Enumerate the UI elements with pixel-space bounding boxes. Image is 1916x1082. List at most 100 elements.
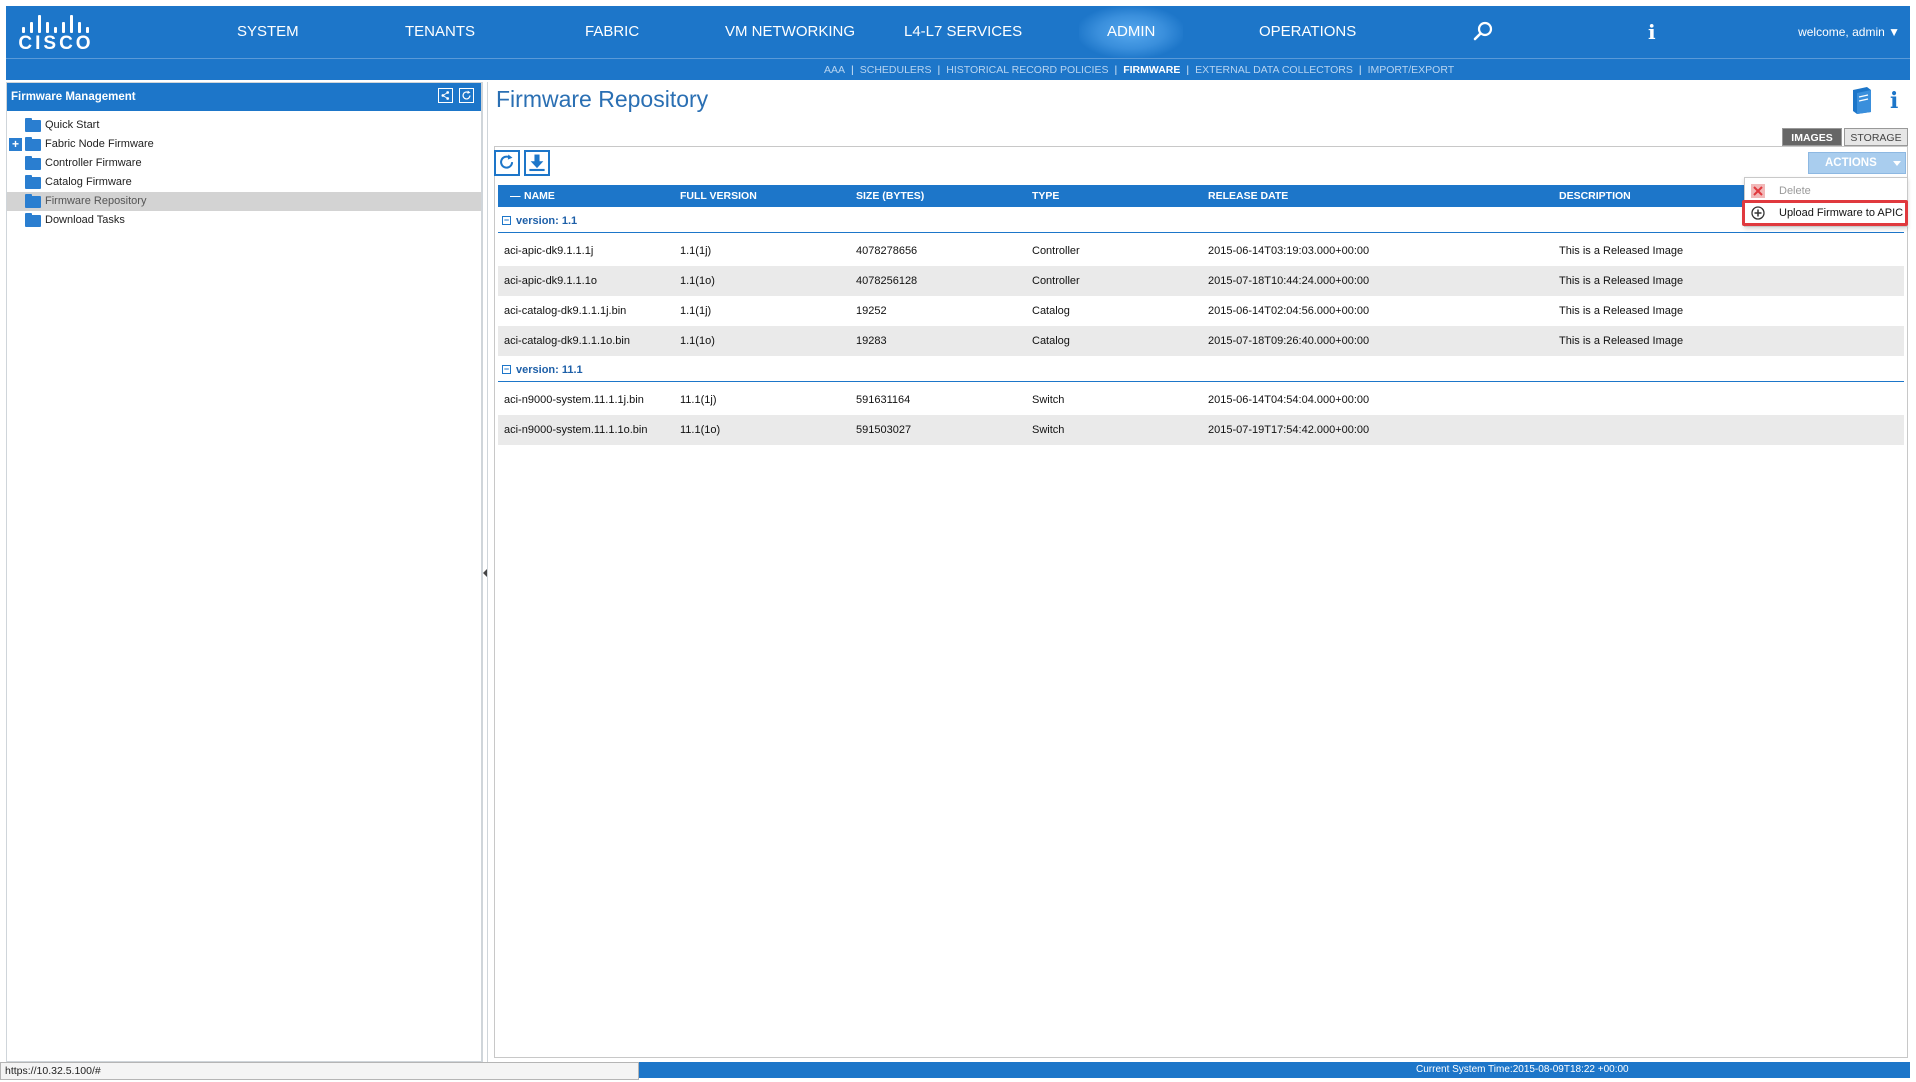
cell-full-version: 1.1(1j): [680, 305, 712, 317]
group-label: version: 1.1: [516, 215, 578, 227]
cell-release-date: 2015-06-14T04:54:04.000+00:00: [1208, 394, 1370, 406]
tab-storage[interactable]: STORAGE: [1844, 128, 1908, 146]
sidebar-item-label: Fabric Node Firmware: [45, 138, 154, 150]
sort-indicator-icon[interactable]: —: [510, 185, 521, 207]
cell-name: aci-apic-dk9.1.1.1o: [504, 275, 597, 287]
cell-size: 19252: [856, 305, 887, 317]
cell-type: Catalog: [1032, 335, 1070, 347]
sidebar-item-firmware-repository[interactable]: Firmware Repository: [7, 192, 481, 211]
nav-system[interactable]: SYSTEM: [237, 6, 299, 58]
search-icon[interactable]: [1472, 20, 1494, 42]
chevron-down-icon: [1893, 161, 1901, 166]
cell-full-version: 11.1(1j): [680, 394, 717, 406]
menu-item-delete[interactable]: Delete: [1745, 180, 1907, 202]
sidebar-item-label: Firmware Repository: [45, 195, 147, 207]
cell-full-version: 11.1(1o): [680, 424, 721, 436]
table-row[interactable]: aci-apic-dk9.1.1.1j 1.1(1j) 4078278656 C…: [498, 236, 1904, 266]
subnav-schedulers[interactable]: SCHEDULERS: [860, 64, 932, 76]
actions-dropdown-button[interactable]: ACTIONS: [1808, 152, 1906, 174]
cell-size: 591631164: [856, 394, 911, 406]
column-header-size[interactable]: SIZE (BYTES): [856, 185, 924, 207]
sidebar-header: Firmware Management: [7, 83, 481, 111]
sidebar-item-quick-start[interactable]: Quick Start: [7, 116, 481, 135]
sidebar-item-label: Quick Start: [45, 119, 100, 131]
cell-release-date: 2015-07-18T09:26:40.000+00:00: [1208, 335, 1370, 347]
column-header-description[interactable]: DESCRIPTION: [1559, 185, 1631, 207]
cell-name: aci-n9000-system.11.1.1o.bin: [504, 424, 648, 436]
cisco-bars-icon: [20, 13, 92, 33]
nav-tenants[interactable]: TENANTS: [405, 6, 475, 58]
help-book-icon[interactable]: [1850, 86, 1874, 114]
table-row[interactable]: aci-catalog-dk9.1.1.1j.bin 1.1(1j) 19252…: [498, 296, 1904, 326]
menu-item-label: Upload Firmware to APIC: [1779, 207, 1904, 219]
nav-fabric[interactable]: FABRIC: [585, 6, 639, 58]
table-header: — NAME FULL VERSION SIZE (BYTES) TYPE RE…: [498, 185, 1904, 207]
cell-type: Switch: [1032, 394, 1065, 406]
nav-operations[interactable]: OPERATIONS: [1259, 6, 1356, 58]
cell-release-date: 2015-06-14T02:04:56.000+00:00: [1208, 305, 1370, 317]
column-header-type[interactable]: TYPE: [1032, 185, 1059, 207]
cell-release-date: 2015-07-18T10:44:24.000+00:00: [1208, 275, 1370, 287]
nav-vm-networking[interactable]: VM NETWORKING: [725, 6, 855, 58]
table-row[interactable]: aci-catalog-dk9.1.1.1o.bin 1.1(1o) 19283…: [498, 326, 1904, 356]
sidebar-item-label: Catalog Firmware: [45, 176, 132, 188]
cell-size: 4078256128: [856, 275, 918, 287]
subnav-separator: |: [1358, 64, 1362, 76]
cell-release-date: 2015-07-19T17:54:42.000+00:00: [1208, 424, 1370, 436]
collapse-arrow-icon[interactable]: [483, 569, 487, 577]
sidebar-title: Firmware Management: [11, 91, 136, 103]
nav-admin[interactable]: ADMIN: [1079, 6, 1184, 58]
page-title: Firmware Repository: [496, 86, 709, 112]
user-menu[interactable]: welcome, admin ▼: [1798, 6, 1900, 58]
group-row-version-1-1[interactable]: − version: 1.1: [498, 209, 1904, 233]
download-button[interactable]: [524, 150, 550, 176]
refresh-icon[interactable]: [459, 88, 474, 103]
subnav-separator: |: [937, 64, 941, 76]
subnav-import-export[interactable]: IMPORT/EXPORT: [1368, 64, 1455, 76]
cell-full-version: 1.1(1o): [680, 335, 715, 347]
nav-l4-l7-services[interactable]: L4-L7 SERVICES: [904, 6, 1022, 58]
refresh-button[interactable]: [494, 150, 520, 176]
menu-item-upload-firmware[interactable]: Upload Firmware to APIC: [1745, 202, 1907, 224]
table-row[interactable]: aci-n9000-system.11.1.1o.bin 11.1(1o) 59…: [498, 415, 1904, 445]
folder-icon: [25, 156, 41, 170]
table-row[interactable]: aci-apic-dk9.1.1.1o 1.1(1o) 4078256128 C…: [498, 266, 1904, 296]
subnav-separator: |: [1114, 64, 1118, 76]
table-row[interactable]: aci-n9000-system.11.1.1j.bin 11.1(1j) 59…: [498, 385, 1904, 415]
cisco-logo[interactable]: CISCO: [18, 13, 94, 55]
subnav-historical-record-policies[interactable]: HISTORICAL RECORD POLICIES: [946, 64, 1108, 76]
info-icon[interactable]: i: [1890, 88, 1898, 114]
subnav-external-data-collectors[interactable]: EXTERNAL DATA COLLECTORS: [1195, 64, 1353, 76]
collapse-icon[interactable]: −: [502, 365, 511, 374]
column-header-release-date[interactable]: RELEASE DATE: [1208, 185, 1288, 207]
cell-size: 4078278656: [856, 245, 918, 257]
tab-images[interactable]: IMAGES: [1782, 128, 1842, 146]
sidebar-item-download-tasks[interactable]: Download Tasks: [7, 211, 481, 230]
info-icon[interactable]: i: [1648, 6, 1656, 58]
subnav-firmware[interactable]: FIRMWARE: [1123, 64, 1180, 76]
panel-splitter[interactable]: [482, 82, 488, 1062]
column-header-full-version[interactable]: FULL VERSION: [680, 185, 757, 207]
folder-icon: [25, 194, 41, 208]
subnav-aaa[interactable]: AAA: [824, 64, 845, 76]
system-time: Current System Time:2015-08-09T18:22 +00…: [1416, 1064, 1629, 1075]
cell-description: This is a Released Image: [1559, 275, 1684, 287]
sidebar-item-fabric-node-firmware[interactable]: + Fabric Node Firmware: [7, 135, 481, 154]
collapse-icon[interactable]: −: [502, 216, 511, 225]
cell-type: Catalog: [1032, 305, 1070, 317]
sidebar-item-catalog-firmware[interactable]: Catalog Firmware: [7, 173, 481, 192]
cisco-wordmark: CISCO: [18, 33, 94, 54]
folder-icon: [25, 137, 41, 151]
share-icon[interactable]: [438, 88, 453, 103]
expand-icon[interactable]: +: [9, 138, 22, 151]
sidebar-item-controller-firmware[interactable]: Controller Firmware: [7, 154, 481, 173]
column-header-name[interactable]: NAME: [524, 185, 555, 207]
group-row-version-11-1[interactable]: − version: 11.1: [498, 358, 1904, 382]
cell-size: 19283: [856, 335, 887, 347]
cell-description: This is a Released Image: [1559, 245, 1684, 257]
cell-description: This is a Released Image: [1559, 335, 1684, 347]
sidebar-panel: Firmware Management Quick Start + Fabric…: [6, 82, 482, 1062]
folder-icon: [25, 175, 41, 189]
sub-navigation-bar: AAA | SCHEDULERS | HISTORICAL RECORD POLICIE…: [6, 58, 1910, 80]
group-label: version: 11.1: [516, 364, 583, 376]
